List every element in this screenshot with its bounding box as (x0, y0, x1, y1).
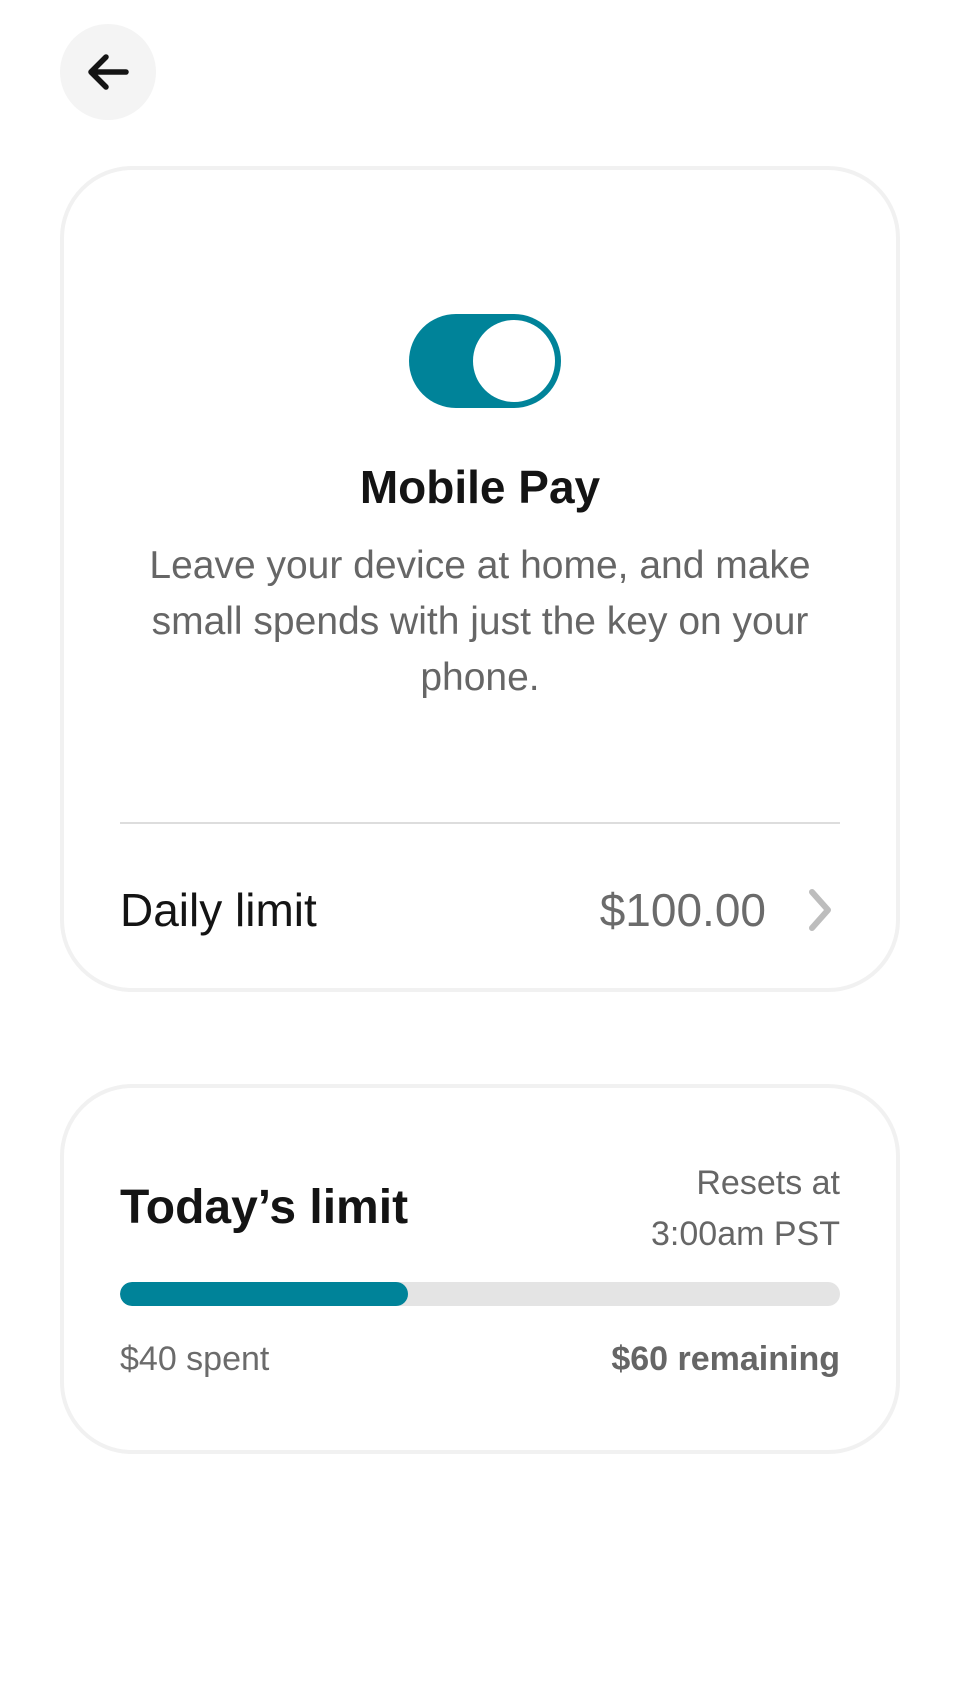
reset-time-text: Resets at 3:00am PST (580, 1158, 840, 1260)
daily-limit-value: $100.00 (599, 884, 766, 936)
mobile-pay-card: Mobile Pay Leave your device at home, an… (60, 166, 900, 992)
todays-limit-title: Today’s limit (120, 1181, 409, 1234)
spent-amount: $40 spent (120, 1340, 270, 1378)
reset-line-2: 3:00am PST (651, 1215, 840, 1253)
remaining-amount: $60 remaining (611, 1340, 840, 1378)
daily-limit-label: Daily limit (120, 884, 317, 936)
back-button[interactable] (60, 24, 156, 120)
limit-progress-fill (120, 1282, 408, 1306)
todays-limit-card: Today’s limit Resets at 3:00am PST $40 s… (60, 1084, 900, 1454)
mobile-pay-toggle[interactable] (409, 314, 561, 408)
arrow-left-icon (88, 54, 129, 90)
mobile-pay-title: Mobile Pay (359, 461, 601, 513)
limit-progress-bar (120, 1282, 840, 1306)
reset-line-1: Resets at (696, 1164, 840, 1202)
divider (120, 822, 840, 824)
chevron-right-icon (800, 882, 840, 938)
mobile-pay-description: Leave your device at home, and make smal… (149, 544, 811, 699)
daily-limit-row[interactable]: Daily limit $100.00 (120, 860, 840, 960)
toggle-knob (473, 320, 555, 402)
